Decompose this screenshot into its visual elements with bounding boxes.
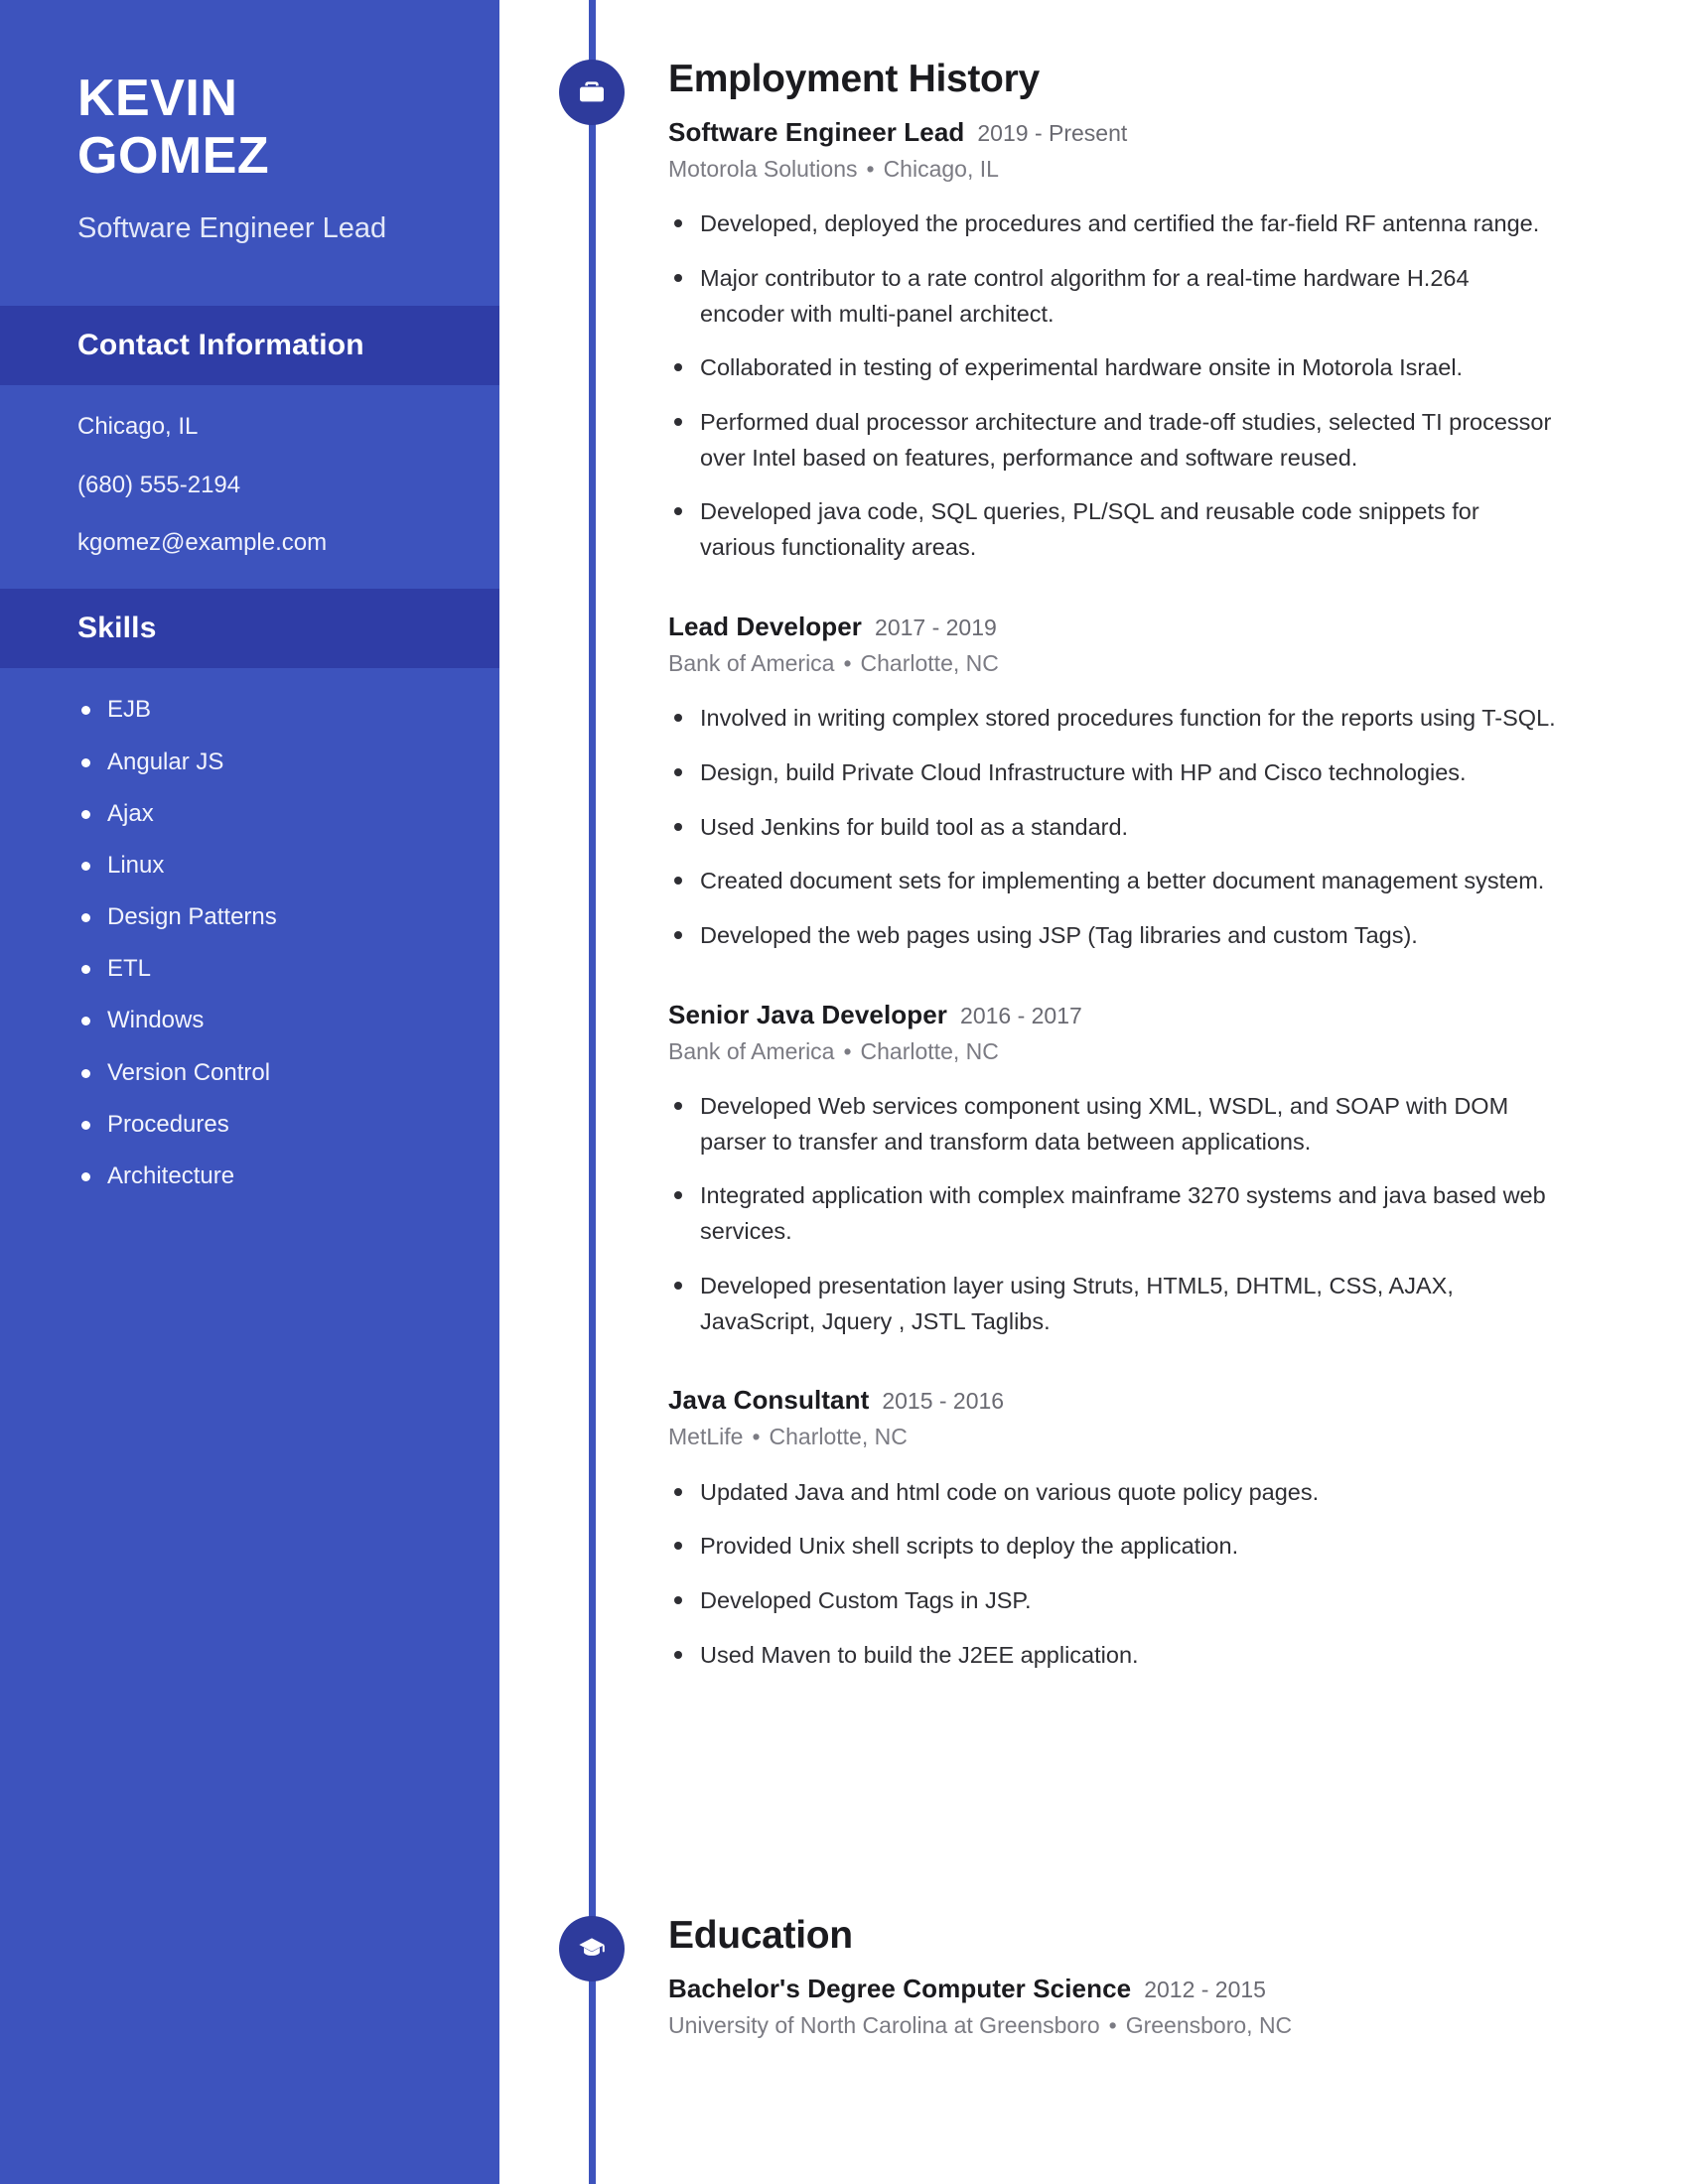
employment-heading: Employment History <box>668 58 1040 100</box>
separator-dot: • <box>843 1037 852 1064</box>
resume-page: KEVIN GOMEZ Software Engineer Lead Conta… <box>0 0 1688 2184</box>
entry: Java Consultant 2015 - 2016 MetLife • Charlo… <box>668 1385 1559 1673</box>
skills-heading: Skills <box>77 612 157 645</box>
education-section: Education Bachelor's Degree Computer Sci… <box>499 1914 1688 2041</box>
entry-subtitle: Bank of America • Charlotte, NC <box>668 648 1559 679</box>
entry-company: Motorola Solutions <box>668 156 858 183</box>
entry-title: Software Engineer Lead <box>668 116 965 147</box>
briefcase-icon <box>559 60 625 125</box>
entry: Software Engineer Lead 2019 - Present Moto… <box>668 117 1559 566</box>
entry-dates: 2016 - 2017 <box>960 1002 1082 1028</box>
responsibility-item: Design, build Private Cloud Infrastructu… <box>668 755 1559 791</box>
responsibility-item: Performed dual processor architecture an… <box>668 405 1559 476</box>
entry-header: Java Consultant 2015 - 2016 <box>668 1385 1559 1416</box>
candidate-job-title: Software Engineer Lead <box>77 212 387 245</box>
entry-location: Chicago, IL <box>883 156 999 183</box>
skill-item: Angular JS <box>77 747 450 777</box>
responsibility-item: Created document sets for implementing a… <box>668 864 1559 899</box>
sidebar-header: KEVIN GOMEZ Software Engineer Lead <box>0 0 499 248</box>
entry-company: Bank of America <box>668 1037 835 1064</box>
entry-dates: 2017 - 2019 <box>875 614 997 640</box>
entry-title: Bachelor's Degree Computer Science <box>668 1973 1132 2003</box>
skill-item: Linux <box>77 850 450 881</box>
responsibility-item: Major contributor to a rate control algo… <box>668 261 1559 332</box>
entry-dates: 2019 - Present <box>977 119 1128 146</box>
entry-subtitle: Bank of America • Charlotte, NC <box>668 1036 1559 1067</box>
entry-dates: 2012 - 2015 <box>1144 1976 1266 2002</box>
skill-item: Version Control <box>77 1057 450 1088</box>
skill-item: ETL <box>77 953 450 984</box>
contact-location: Chicago, IL <box>77 413 199 441</box>
entry: Lead Developer 2017 - 2019 Bank of America… <box>668 612 1559 954</box>
responsibility-item: Used Maven to build the J2EE application… <box>668 1638 1559 1674</box>
responsibility-item: Developed presentation layer using Strut… <box>668 1269 1559 1339</box>
responsibility-item: Developed Web services component using X… <box>668 1089 1559 1160</box>
responsibility-item: Collaborated in testing of experimental … <box>668 350 1559 386</box>
graduation-cap-icon <box>559 1916 625 1981</box>
skill-item: Architecture <box>77 1160 450 1191</box>
entry-header: Senior Java Developer 2016 - 2017 <box>668 1000 1559 1030</box>
entry: Senior Java Developer 2016 - 2017 Bank of … <box>668 1000 1559 1340</box>
entry-location: Charlotte, NC <box>769 1424 908 1450</box>
sidebar: KEVIN GOMEZ Software Engineer Lead Conta… <box>0 0 499 2184</box>
skill-item: Windows <box>77 1005 450 1035</box>
entry-title: Java Consultant <box>668 1385 870 1416</box>
skill-item: Procedures <box>77 1109 450 1140</box>
education-heading: Education <box>668 1914 853 1957</box>
contact-phone[interactable]: (680) 555-2194 <box>77 470 450 501</box>
responsibility-list: Updated Java and html code on various qu… <box>668 1475 1559 1674</box>
separator-dot: • <box>843 650 852 677</box>
responsibility-item: Developed, deployed the procedures and c… <box>668 206 1559 242</box>
entry-title: Senior Java Developer <box>668 999 948 1029</box>
employment-history-section: Employment History Software Engineer Lea… <box>499 58 1688 1673</box>
contact-section-body: Chicago, IL (680) 555-2194 kgomez@exampl… <box>0 385 499 589</box>
responsibility-item: Provided Unix shell scripts to deploy th… <box>668 1529 1559 1565</box>
entry: Bachelor's Degree Computer Science 2012 -… <box>668 1974 1559 2041</box>
main-content: Employment History Software Engineer Lea… <box>499 0 1688 2184</box>
responsibility-item: Developed java code, SQL queries, PL/SQL… <box>668 494 1559 565</box>
candidate-name: KEVIN GOMEZ <box>77 69 270 186</box>
skill-item: Design Patterns <box>77 901 450 932</box>
jobs-container: Software Engineer Lead 2019 - Present Moto… <box>668 117 1559 1673</box>
entry-location: Charlotte, NC <box>860 1037 999 1064</box>
responsibility-item: Integrated application with complex main… <box>668 1178 1559 1249</box>
skill-item: EJB <box>77 694 450 725</box>
separator-dot: • <box>866 156 875 183</box>
separator-dot: • <box>752 1424 761 1450</box>
entry-header: Software Engineer Lead 2019 - Present <box>668 117 1559 148</box>
entry-location: Greensboro, NC <box>1125 2012 1293 2039</box>
responsibility-item: Developed Custom Tags in JSP. <box>668 1583 1559 1619</box>
responsibility-list: Developed, deployed the procedures and c… <box>668 206 1559 566</box>
entry-title: Lead Developer <box>668 611 863 641</box>
responsibility-item: Updated Java and html code on various qu… <box>668 1475 1559 1511</box>
entry-school: University of North Carolina at Greensbo… <box>668 2012 1100 2039</box>
responsibility-item: Involved in writing complex stored proce… <box>668 701 1559 737</box>
contact-heading: Contact Information <box>77 329 364 362</box>
responsibility-item: Developed the web pages using JSP (Tag l… <box>668 918 1559 954</box>
contact-email[interactable]: kgomez@example.com <box>77 527 450 559</box>
entry-location: Charlotte, NC <box>860 650 999 677</box>
entry-subtitle: University of North Carolina at Greensbo… <box>668 2010 1559 2041</box>
responsibility-list: Involved in writing complex stored proce… <box>668 701 1559 954</box>
entry-header: Bachelor's Degree Computer Science 2012 -… <box>668 1974 1559 2004</box>
entry-dates: 2015 - 2016 <box>882 1388 1005 1415</box>
entry-subtitle: MetLife • Charlotte, NC <box>668 1422 1559 1452</box>
entry-header: Lead Developer 2017 - 2019 <box>668 612 1559 642</box>
skills-list: EJB Angular JS Ajax Linux Design Patterns ETL… <box>77 694 450 1191</box>
skill-item: Ajax <box>77 798 450 829</box>
entry-subtitle: Motorola Solutions • Chicago, IL <box>668 154 1559 185</box>
education-container: Bachelor's Degree Computer Science 2012 -… <box>668 1974 1559 2041</box>
skills-section-body: EJB Angular JS Ajax Linux Design Patterns ETL… <box>0 668 499 1217</box>
responsibility-item: Used Jenkins for build tool as a standar… <box>668 810 1559 846</box>
skills-section-header: Skills <box>0 589 499 669</box>
responsibility-list: Developed Web services component using X… <box>668 1089 1559 1339</box>
entry-company: MetLife <box>668 1424 744 1450</box>
entry-company: Bank of America <box>668 650 835 677</box>
separator-dot: • <box>1108 2012 1117 2039</box>
contact-section-header: Contact Information <box>0 306 499 386</box>
